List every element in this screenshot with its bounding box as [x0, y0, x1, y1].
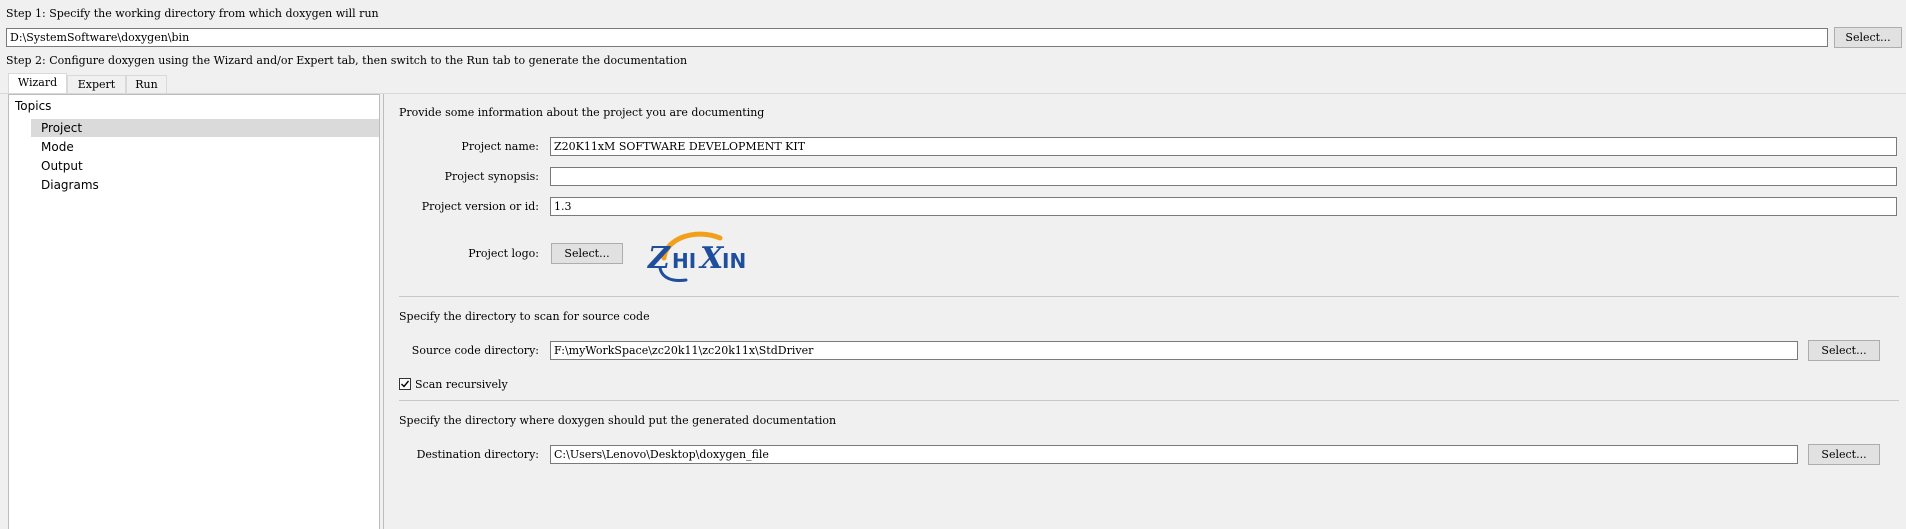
working-directory-select-button[interactable]: Select...: [1834, 27, 1902, 48]
doxywizard-window: Step 1: Specify the working directory fr…: [0, 0, 1906, 529]
project-logo-image: Z HI X IN: [642, 224, 760, 284]
destination-dir-select-button[interactable]: Select...: [1808, 444, 1880, 465]
svg-text:Z: Z: [647, 241, 671, 276]
topic-item-diagrams[interactable]: Diagrams: [31, 176, 379, 194]
project-logo-label: Project logo:: [468, 247, 539, 260]
destination-dir-label: Destination directory:: [416, 448, 539, 461]
source-dir-label: Source code directory:: [411, 344, 539, 357]
project-name-label: Project name:: [461, 140, 539, 153]
destination-intro-text: Specify the directory where doxygen shou…: [399, 414, 837, 427]
source-dir-input[interactable]: F:\myWorkSpace\zc20k11\zc20k11x\StdDrive…: [550, 341, 1798, 360]
step2-label: Step 2: Configure doxygen using the Wiza…: [6, 54, 688, 67]
project-synopsis-label: Project synopsis:: [444, 170, 539, 183]
svg-text:IN: IN: [722, 249, 746, 273]
source-intro-text: Specify the directory to scan for source…: [399, 310, 650, 323]
project-synopsis-input[interactable]: [550, 167, 1897, 186]
scan-recursively-checkbox[interactable]: [399, 378, 411, 390]
project-name-input[interactable]: Z20K11xM SOFTWARE DEVELOPMENT KIT: [550, 137, 1897, 156]
tab-expert[interactable]: Expert: [67, 75, 126, 93]
topics-tree[interactable]: Topics Project Mode Output Diagrams: [8, 94, 380, 529]
project-settings-panel: Provide some information about the proje…: [383, 94, 1906, 529]
destination-dir-input[interactable]: C:\Users\Lenovo\Desktop\doxygen_file: [550, 445, 1798, 464]
section-divider: [399, 400, 1899, 401]
project-version-input[interactable]: 1.3: [550, 197, 1897, 216]
working-directory-input[interactable]: D:\SystemSoftware\doxygen\bin: [6, 28, 1828, 47]
project-logo-select-button[interactable]: Select...: [551, 243, 623, 264]
topic-item-output[interactable]: Output: [31, 157, 379, 175]
scan-recursively-label[interactable]: Scan recursively: [415, 378, 508, 392]
topic-item-project[interactable]: Project: [31, 119, 379, 137]
step1-label: Step 1: Specify the working directory fr…: [6, 7, 379, 20]
tab-wizard[interactable]: Wizard: [8, 73, 67, 94]
tab-run[interactable]: Run: [126, 75, 167, 93]
topics-title: Topics: [15, 99, 52, 113]
checkmark-icon: [401, 380, 410, 388]
project-version-label: Project version or id:: [421, 200, 539, 213]
topic-item-mode[interactable]: Mode: [31, 138, 379, 156]
svg-text:HI: HI: [672, 249, 696, 273]
source-dir-select-button[interactable]: Select...: [1808, 340, 1880, 361]
svg-text:X: X: [698, 241, 725, 276]
project-intro-text: Provide some information about the proje…: [399, 106, 765, 119]
section-divider: [399, 296, 1899, 297]
